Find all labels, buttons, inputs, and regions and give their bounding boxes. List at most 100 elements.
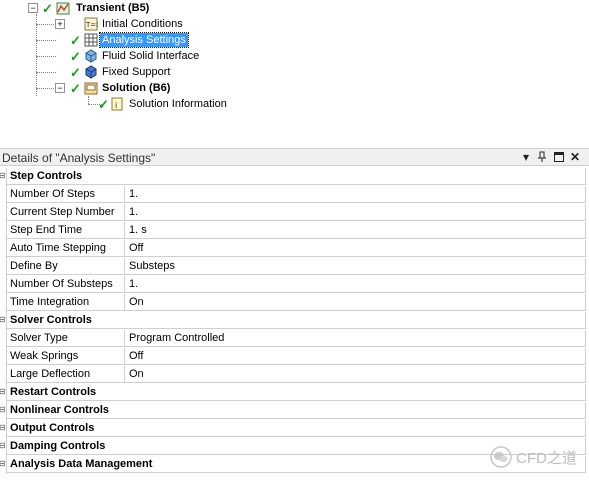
- property-gutter: [0, 204, 7, 222]
- checkmark-icon: ✓: [42, 1, 53, 16]
- tree-item-fluid-solid-interface[interactable]: Fluid Solid Interface: [100, 49, 201, 63]
- category-gutter: ⊟: [0, 402, 7, 420]
- collapse-icon[interactable]: ⊟: [0, 460, 6, 468]
- property-gutter: [0, 258, 7, 276]
- checkmark-icon: ✓: [70, 65, 81, 80]
- property-value[interactable]: On: [125, 366, 586, 383]
- tree-item-analysis-settings[interactable]: Analysis Settings: [99, 32, 189, 48]
- close-icon[interactable]: ✕: [568, 150, 582, 164]
- tree-connector: [36, 56, 56, 57]
- property-row[interactable]: Large Deflection On: [0, 366, 589, 384]
- initial-conditions-icon: T=0: [84, 17, 98, 31]
- property-value[interactable]: Program Controlled: [125, 330, 586, 347]
- details-panel: Details of "Analysis Settings" ▾ ✕ ⊟ Step…: [0, 148, 589, 482]
- category-row[interactable]: ⊟ Step Controls: [0, 168, 589, 186]
- fluid-solid-interface-icon: [85, 49, 97, 63]
- checkmark-icon: ✓: [70, 81, 81, 96]
- tree-connector: [36, 72, 56, 73]
- maximize-icon[interactable]: [552, 150, 566, 164]
- wechat-icon: [490, 446, 512, 468]
- property-value[interactable]: Off: [125, 348, 586, 365]
- collapse-icon[interactable]: ⊟: [0, 442, 6, 450]
- property-value[interactable]: On: [125, 294, 586, 311]
- category-gutter: ⊟: [0, 312, 7, 330]
- transient-analysis-icon: [56, 2, 70, 15]
- tree-item-solution[interactable]: Solution (B6): [100, 81, 172, 95]
- category-row[interactable]: ⊟ Solver Controls: [0, 312, 589, 330]
- tree-item-fixed-support[interactable]: Fixed Support: [100, 65, 172, 79]
- fixed-support-icon: [85, 65, 97, 79]
- tree-connector: [36, 14, 37, 96]
- property-row[interactable]: Current Step Number 1.: [0, 204, 589, 222]
- collapse-toggle-transient[interactable]: −: [28, 3, 38, 13]
- collapse-icon[interactable]: ⊟: [0, 424, 6, 432]
- property-name: Step End Time: [7, 222, 125, 239]
- property-name: Current Step Number: [7, 204, 125, 221]
- category-row[interactable]: ⊟ Restart Controls: [0, 384, 589, 402]
- pin-icon[interactable]: [535, 150, 549, 164]
- property-row[interactable]: Number Of Steps 1.: [0, 186, 589, 204]
- property-gutter: [0, 330, 7, 348]
- tree-item-initial-conditions[interactable]: Initial Conditions: [100, 17, 185, 31]
- property-gutter: [0, 366, 7, 384]
- solution-icon: [84, 82, 98, 95]
- outline-tree: − ✓ Transient (B5) + T=0 Initial Conditi…: [0, 0, 589, 118]
- property-gutter: [0, 276, 7, 294]
- collapse-icon[interactable]: ⊟: [0, 388, 6, 396]
- details-title: Details of "Analysis Settings": [2, 151, 156, 165]
- category-gutter: ⊟: [0, 384, 7, 402]
- collapse-icon[interactable]: ⊟: [0, 406, 6, 414]
- property-row[interactable]: Step End Time 1. s: [0, 222, 589, 240]
- analysis-settings-icon: [84, 33, 98, 47]
- category-name: Restart Controls: [7, 384, 586, 401]
- tree-connector: [36, 88, 54, 89]
- property-value[interactable]: Substeps: [125, 258, 586, 275]
- property-name: Auto Time Stepping: [7, 240, 125, 257]
- checkmark-icon: ✓: [98, 97, 109, 112]
- property-row[interactable]: Auto Time Stepping Off: [0, 240, 589, 258]
- watermark-text: CFD之道: [516, 449, 577, 467]
- category-name: Step Controls: [7, 168, 586, 185]
- property-name: Number Of Substeps: [7, 276, 125, 293]
- property-gutter: [0, 348, 7, 366]
- property-name: Large Deflection: [7, 366, 125, 383]
- svg-text:i: i: [115, 101, 117, 110]
- property-row[interactable]: Weak Springs Off: [0, 348, 589, 366]
- expand-toggle-initial-conditions[interactable]: +: [55, 19, 65, 29]
- tree-connector: [36, 24, 56, 25]
- property-name: Time Integration: [7, 294, 125, 311]
- tree-connector: [88, 96, 89, 104]
- dropdown-icon[interactable]: ▾: [519, 150, 533, 164]
- category-gutter: ⊟: [0, 420, 7, 438]
- tree-connector: [36, 40, 56, 41]
- property-row[interactable]: Number Of Substeps 1.: [0, 276, 589, 294]
- collapse-toggle-solution[interactable]: −: [55, 83, 65, 93]
- category-gutter: ⊟: [0, 456, 7, 474]
- property-row[interactable]: Define By Substeps: [0, 258, 589, 276]
- property-gutter: [0, 186, 7, 204]
- property-value[interactable]: Off: [125, 240, 586, 257]
- property-gutter: [0, 240, 7, 258]
- tree-item-solution-information[interactable]: Solution Information: [127, 97, 229, 111]
- category-row[interactable]: ⊟ Output Controls: [0, 420, 589, 438]
- category-name: Solver Controls: [7, 312, 586, 329]
- property-value[interactable]: 1.: [125, 204, 586, 221]
- property-row[interactable]: Time Integration On: [0, 294, 589, 312]
- tree-item-transient[interactable]: Transient (B5): [74, 1, 151, 15]
- property-row[interactable]: Solver Type Program Controlled: [0, 330, 589, 348]
- property-value[interactable]: 1. s: [125, 222, 586, 239]
- collapse-icon[interactable]: ⊟: [0, 172, 6, 180]
- property-value[interactable]: 1.: [125, 186, 586, 203]
- category-gutter: ⊟: [0, 438, 7, 456]
- property-name: Weak Springs: [7, 348, 125, 365]
- checkmark-icon: ✓: [70, 33, 81, 48]
- category-row[interactable]: ⊟ Nonlinear Controls: [0, 402, 589, 420]
- checkmark-icon: ✓: [70, 49, 81, 64]
- category-name: Output Controls: [7, 420, 586, 437]
- svg-text:T=0: T=0: [85, 21, 98, 29]
- watermark: CFD之道: [490, 442, 577, 472]
- collapse-icon[interactable]: ⊟: [0, 316, 6, 324]
- solution-information-icon: i: [111, 97, 123, 111]
- property-name: Number Of Steps: [7, 186, 125, 203]
- property-value[interactable]: 1.: [125, 276, 586, 293]
